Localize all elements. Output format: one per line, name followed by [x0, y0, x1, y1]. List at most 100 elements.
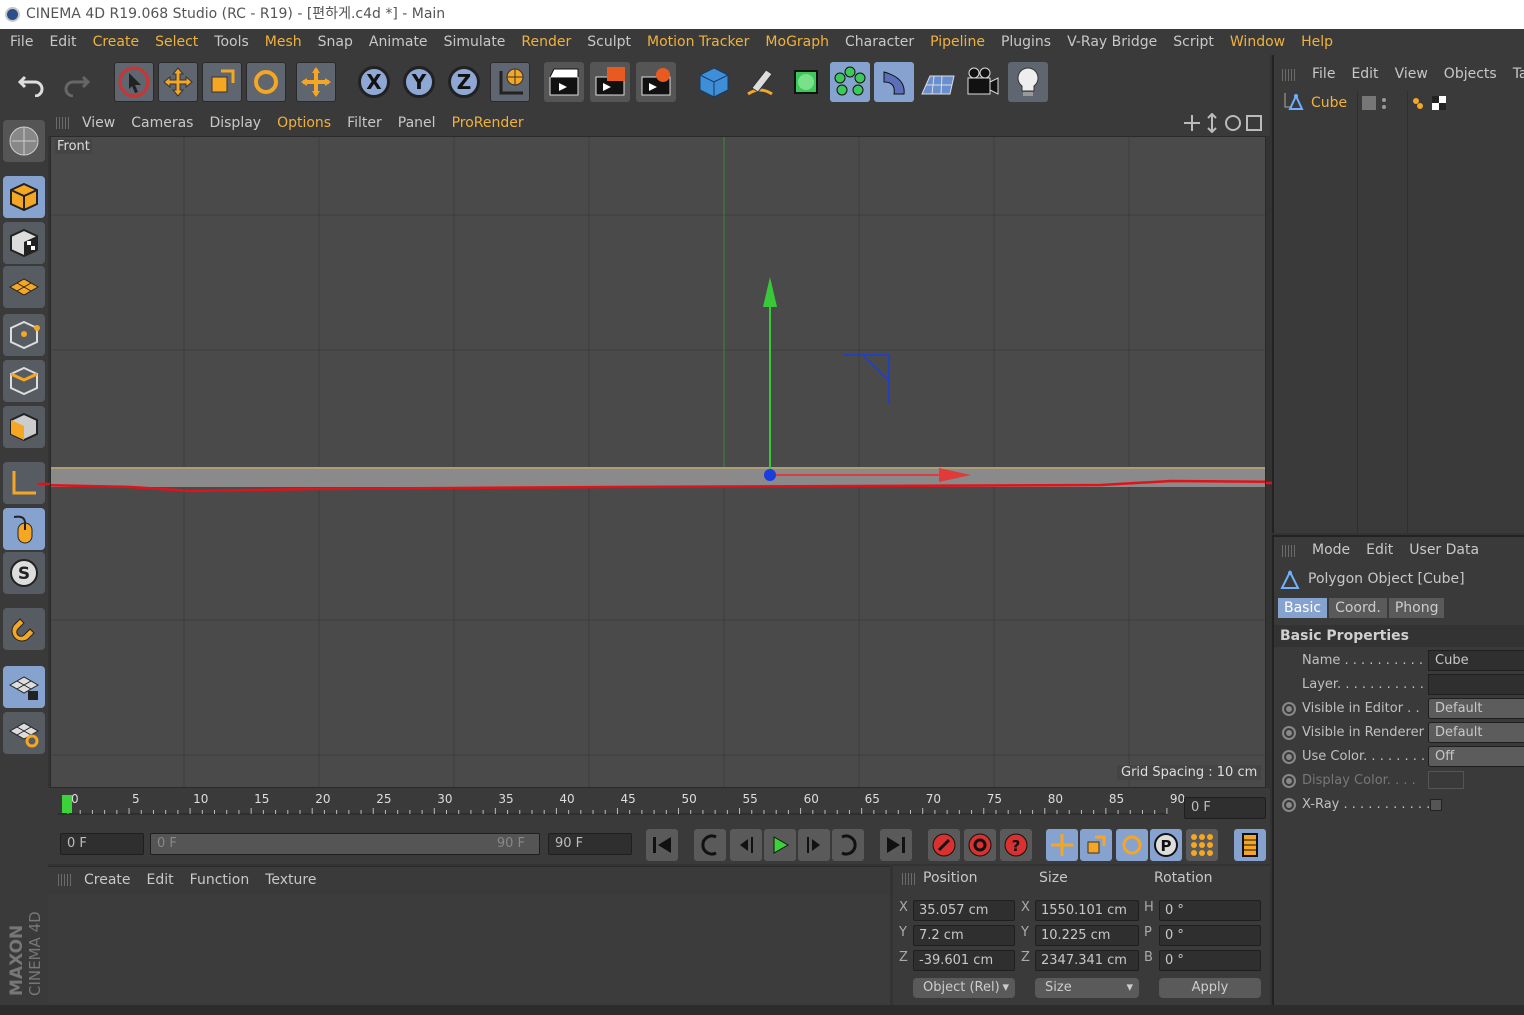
timeline-ruler[interactable]: 0 5 10 15 20 25 30 35 40 45 50 55 60 65 70 75 80 85 90 0 F [48, 788, 1270, 828]
menu-mograph[interactable]: MoGraph [757, 34, 837, 50]
next-key-button[interactable] [832, 829, 864, 861]
attribute-menu-edit[interactable]: Edit [1358, 542, 1401, 558]
viewport-menu-options[interactable]: Options [269, 115, 339, 131]
attribute-input[interactable]: Cube [1428, 650, 1524, 671]
menu-select[interactable]: Select [147, 34, 206, 50]
key-rotation-button[interactable] [1116, 829, 1148, 861]
snap-button[interactable] [3, 608, 45, 650]
record-active-objects-button[interactable] [928, 829, 960, 861]
menu-tools[interactable]: Tools [206, 34, 257, 50]
menu-create[interactable]: Create [85, 34, 148, 50]
menu-edit[interactable]: Edit [41, 34, 84, 50]
planar-workplane-button[interactable] [3, 712, 45, 754]
menu-animate[interactable]: Animate [361, 34, 436, 50]
go-to-start-button[interactable] [646, 829, 678, 861]
panel-grip[interactable] [56, 117, 70, 129]
attribute-dropdown[interactable]: Default [1428, 722, 1524, 743]
scale-tool-button[interactable] [202, 62, 242, 102]
viewport-menu-cameras[interactable]: Cameras [123, 115, 201, 131]
menu-plugins[interactable]: Plugins [993, 34, 1059, 50]
edges-mode-button[interactable] [3, 360, 45, 402]
position-x-field[interactable]: 35.057 cm [913, 900, 1015, 921]
rotation-h-field[interactable]: 0 ° [1159, 900, 1261, 921]
menu-mesh[interactable]: Mesh [257, 34, 310, 50]
next-frame-button[interactable] [798, 829, 830, 861]
current-frame-field[interactable]: 0 F [1184, 797, 1266, 819]
viewport-menu-display[interactable]: Display [201, 115, 269, 131]
lock-x-axis-button[interactable]: X [358, 66, 390, 98]
attribute-input[interactable] [1428, 674, 1524, 695]
live-selection-button[interactable] [114, 62, 154, 102]
rotation-p-field[interactable]: 0 ° [1159, 925, 1261, 946]
lock-y-axis-button[interactable]: Y [403, 66, 435, 98]
animation-radio-icon[interactable] [1282, 798, 1296, 812]
play-forward-button[interactable] [764, 829, 796, 861]
rotation-b-field[interactable]: 0 ° [1159, 950, 1261, 971]
attribute-dropdown[interactable]: Default [1428, 698, 1524, 719]
material-menu-create[interactable]: Create [76, 872, 139, 888]
undo-button[interactable] [12, 62, 52, 102]
menu-file[interactable]: File [2, 34, 41, 50]
viewport-menu-prorender[interactable]: ProRender [444, 115, 532, 131]
tweak-mode-button[interactable] [3, 508, 45, 550]
maximize-view-icon[interactable] [1246, 115, 1262, 131]
lock-z-axis-button[interactable]: Z [448, 66, 480, 98]
xray-checkbox[interactable] [1430, 799, 1442, 811]
redo-button[interactable] [56, 62, 96, 102]
menu-motion-tracker[interactable]: Motion Tracker [639, 34, 757, 50]
previous-key-button[interactable] [694, 829, 726, 861]
preview-start-field[interactable]: 0 F [60, 833, 144, 855]
material-menu-texture[interactable]: Texture [257, 872, 324, 888]
animation-radio-icon[interactable] [1282, 702, 1296, 716]
solo-button[interactable]: S [3, 552, 45, 594]
points-mode-button[interactable] [3, 314, 45, 356]
coordinate-mode-dropdown[interactable]: Object (Rel) ▾ [913, 978, 1015, 998]
floor-object-button[interactable] [918, 62, 958, 102]
attribute-menu-mode[interactable]: Mode [1304, 542, 1358, 558]
menu-script[interactable]: Script [1165, 34, 1222, 50]
pan-view-icon[interactable] [1184, 115, 1200, 131]
go-to-end-button[interactable] [880, 829, 912, 861]
tab-coord[interactable]: Coord. [1329, 598, 1387, 618]
coord-panel-grip[interactable] [902, 873, 916, 885]
tags-icons[interactable] [1410, 96, 1450, 112]
timeline-playhead[interactable] [62, 795, 72, 813]
tab-phong[interactable]: Phong [1388, 598, 1445, 618]
object-row-cube[interactable]: Cube [1282, 93, 1524, 115]
viewport-menu-panel[interactable]: Panel [390, 115, 444, 131]
key-parameter-button[interactable]: P [1150, 829, 1182, 861]
menu-v-ray-bridge[interactable]: V-Ray Bridge [1059, 34, 1165, 50]
material-menu-function[interactable]: Function [182, 872, 258, 888]
animation-radio-icon[interactable] [1282, 726, 1296, 740]
front-viewport[interactable]: Front Grid Spacing : 10 cm [50, 136, 1266, 788]
keyframe-selection-button[interactable]: ? [1000, 829, 1032, 861]
move-tool-button[interactable] [158, 62, 198, 102]
preview-end-field[interactable]: 90 F [548, 833, 632, 855]
menu-pipeline[interactable]: Pipeline [922, 34, 993, 50]
object-panel-grip[interactable] [1282, 69, 1296, 81]
visibility-toggle-icon[interactable] [1362, 96, 1392, 112]
object-menu-edit[interactable]: Edit [1343, 66, 1386, 82]
menu-simulate[interactable]: Simulate [436, 34, 514, 50]
rotate-tool-button[interactable] [246, 62, 286, 102]
render-to-picture-viewer-button[interactable] [590, 62, 630, 102]
coordinate-system-button[interactable] [490, 62, 530, 102]
attribute-menu-user-data[interactable]: User Data [1401, 542, 1487, 558]
position-y-field[interactable]: 7.2 cm [913, 925, 1015, 946]
zoom-view-icon[interactable] [1207, 112, 1217, 134]
transform-tool-button[interactable] [296, 62, 336, 102]
cloner-button[interactable] [830, 62, 870, 102]
size-y-field[interactable]: 10.225 cm [1035, 925, 1139, 946]
workplane-mode-button[interactable] [3, 266, 45, 308]
size-z-field[interactable]: 2347.341 cm [1035, 950, 1139, 971]
autokeying-button[interactable] [964, 829, 996, 861]
apply-button[interactable]: Apply [1159, 978, 1261, 998]
object-menu-file[interactable]: File [1304, 66, 1343, 82]
polygons-mode-button[interactable] [3, 406, 45, 448]
model-mode-button[interactable] [3, 176, 45, 218]
key-position-button[interactable] [1046, 829, 1078, 861]
menu-window[interactable]: Window [1222, 34, 1293, 50]
menu-character[interactable]: Character [837, 34, 922, 50]
pen-spline-button[interactable] [740, 62, 780, 102]
viewport-menu-view[interactable]: View [74, 115, 123, 131]
